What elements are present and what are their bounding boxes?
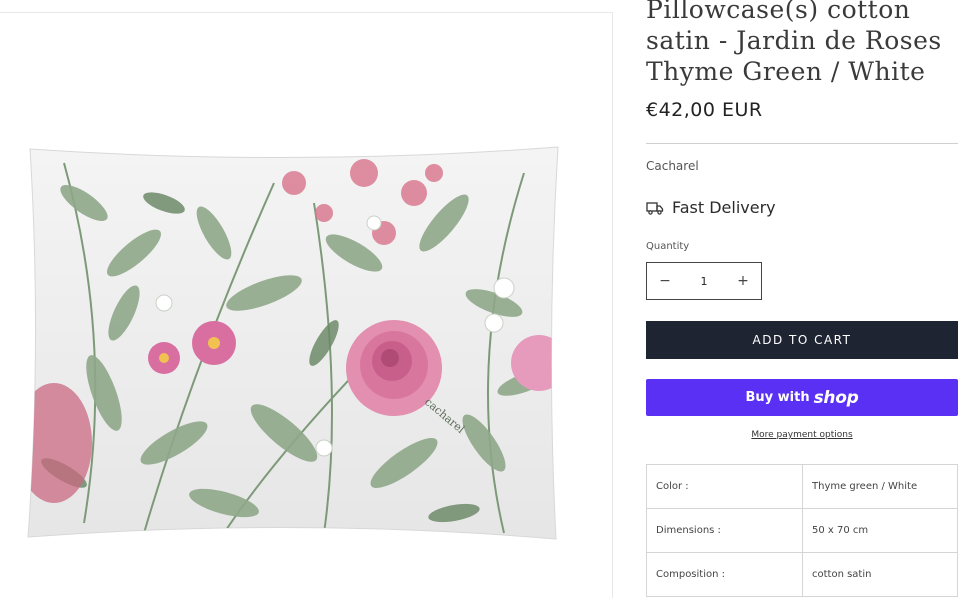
- product-price: €42,00 EUR: [646, 99, 763, 121]
- quantity-stepper: − 1 +: [646, 262, 762, 300]
- spec-value: 50 x 70 cm: [802, 508, 958, 553]
- more-payment-options-link[interactable]: More payment options: [646, 430, 958, 440]
- table-row: Color : Thyme green / White: [646, 464, 958, 509]
- buy-with-shop-button[interactable]: Buy with shop: [646, 379, 958, 416]
- product-gallery: cacharel: [0, 12, 613, 598]
- quantity-label: Quantity: [646, 241, 690, 252]
- table-row: Dimensions : 50 x 70 cm: [646, 508, 958, 553]
- minus-icon[interactable]: −: [647, 263, 683, 299]
- spec-label: Color :: [646, 464, 803, 509]
- spec-label: Dimensions :: [646, 508, 803, 553]
- spec-value: cotton satin: [802, 552, 958, 597]
- pillowcase-image[interactable]: cacharel: [24, 143, 564, 543]
- spec-label: Composition :: [646, 552, 803, 597]
- buy-with-label: Buy with: [745, 390, 810, 405]
- shop-logo: shop: [813, 387, 859, 408]
- fast-delivery: Fast Delivery: [646, 198, 776, 217]
- vendor-name: Cacharel: [646, 159, 699, 173]
- divider: [646, 143, 958, 144]
- spec-value: Thyme green / White: [802, 464, 958, 509]
- add-to-cart-button[interactable]: ADD TO CART: [646, 321, 958, 359]
- specs-table: Color : Thyme green / White Dimensions :…: [646, 464, 958, 597]
- quantity-input[interactable]: 1: [701, 275, 708, 288]
- delivery-label: Fast Delivery: [672, 198, 776, 217]
- plus-icon[interactable]: +: [725, 263, 761, 299]
- truck-icon: [646, 201, 664, 215]
- product-title: Pillowcase(s) cotton satin - Jardin de R…: [646, 0, 942, 86]
- table-row: Composition : cotton satin: [646, 552, 958, 597]
